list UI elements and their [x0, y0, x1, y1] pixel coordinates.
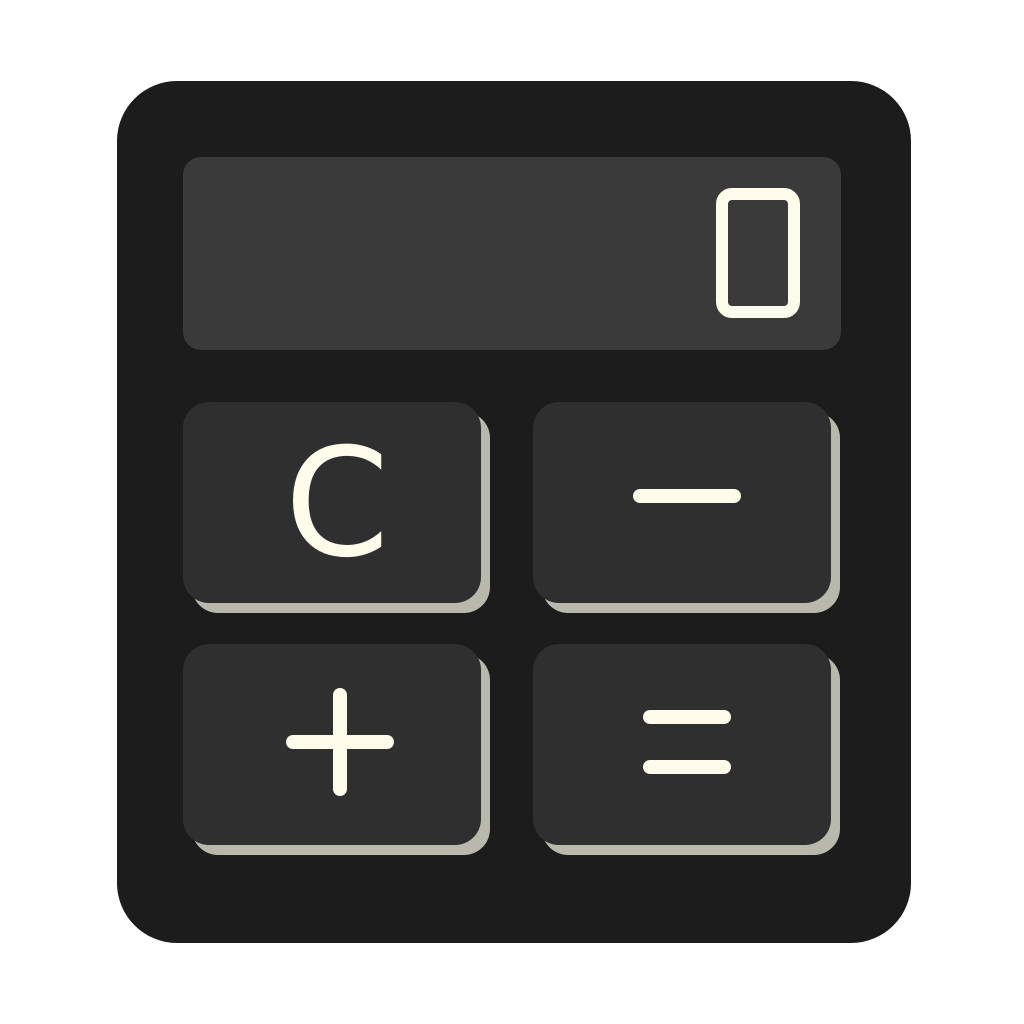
- equals-icon: [643, 710, 731, 774]
- clear-button-label: C: [285, 417, 390, 591]
- equals-button[interactable]: [533, 644, 831, 845]
- plus-icon: [286, 688, 394, 796]
- minus-icon: [633, 489, 741, 503]
- minus-button[interactable]: [533, 402, 831, 603]
- display-digit-zero: 0: [716, 188, 800, 318]
- clear-button[interactable]: C: [183, 402, 481, 603]
- clear-button-face: C: [285, 417, 390, 591]
- plus-button[interactable]: [183, 644, 481, 845]
- calculator-icon: 0 C: [0, 0, 1024, 1024]
